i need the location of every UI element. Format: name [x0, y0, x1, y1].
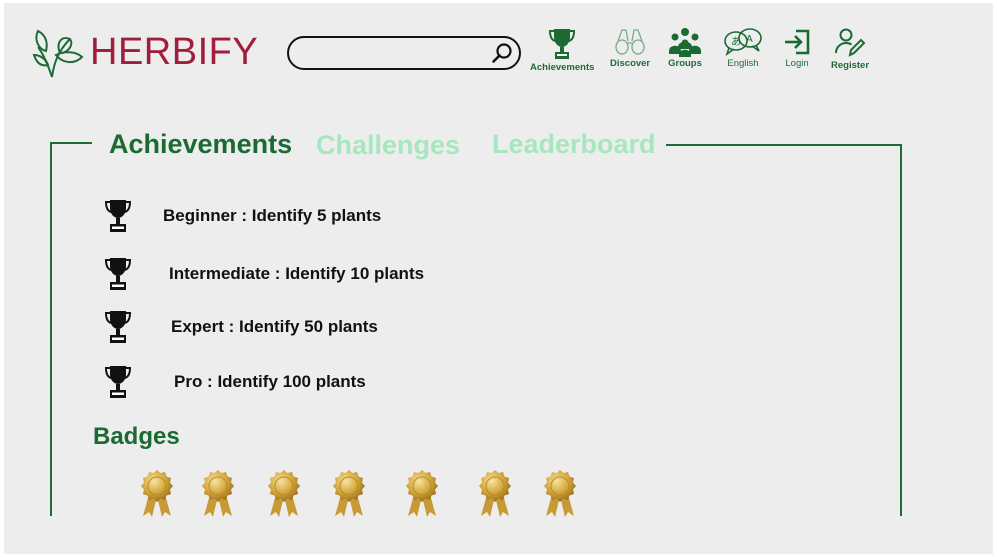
- list-item: Pro : Identify 100 plants: [104, 364, 366, 400]
- nav-register[interactable]: Register: [831, 27, 869, 71]
- tab-achievements[interactable]: Achievements: [109, 129, 292, 160]
- register-icon: [835, 28, 866, 57]
- nav-language[interactable]: あ A English: [723, 27, 763, 69]
- nav-login[interactable]: Login: [782, 27, 812, 69]
- trophy-icon: [549, 29, 576, 59]
- trophy-icon: [104, 258, 132, 290]
- groups-icon: [669, 28, 701, 57]
- nav-label: Achievements: [530, 62, 595, 73]
- nav-label: English: [727, 58, 759, 69]
- leaf-logo-icon: [32, 29, 84, 78]
- tab-leaderboard[interactable]: Leaderboard: [492, 129, 656, 160]
- achievement-text: Pro : Identify 100 plants: [174, 372, 366, 391]
- login-icon: [785, 29, 810, 55]
- achievement-text: Beginner : Identify 5 plants: [163, 206, 382, 225]
- badges-heading: Badges: [93, 423, 180, 450]
- panel-border-right: [900, 144, 902, 516]
- gold-medal-icon: [541, 468, 579, 523]
- panel-border-top: [666, 144, 901, 146]
- language-icon: あ A: [724, 28, 762, 57]
- trophy-icon: [104, 311, 132, 343]
- list-item: Beginner : Identify 5 plants: [104, 198, 381, 234]
- search-input[interactable]: [303, 43, 487, 65]
- achievement-text: Expert : Identify 50 plants: [171, 317, 378, 336]
- nav-achievements[interactable]: Achievements: [530, 27, 594, 73]
- list-item: Expert : Identify 50 plants: [104, 309, 378, 345]
- trophy-icon: [104, 366, 132, 398]
- svg-text:あ: あ: [731, 36, 741, 48]
- gold-medal-icon: [138, 468, 176, 523]
- gold-medal-icon: [330, 468, 368, 523]
- gold-medal-icon: [199, 468, 237, 523]
- logo-text: HERBIFY: [90, 30, 259, 73]
- herbify-logo[interactable]: HERBIFY: [30, 25, 258, 79]
- gold-medal-icon: [476, 468, 514, 523]
- trophy-icon: [104, 200, 132, 232]
- tab-challenges[interactable]: Challenges: [316, 130, 460, 161]
- search-bar[interactable]: [287, 36, 521, 70]
- nav-label: Login: [785, 58, 809, 69]
- list-item: Intermediate : Identify 10 plants: [104, 256, 424, 292]
- nav-label: Groups: [668, 58, 702, 69]
- gold-medal-icon: [265, 468, 303, 523]
- search-icon[interactable]: [491, 42, 513, 64]
- gold-medal-icon: [403, 468, 441, 523]
- achievement-text: Intermediate : Identify 10 plants: [169, 264, 425, 283]
- binoculars-icon: [615, 29, 645, 55]
- svg-text:A: A: [746, 34, 753, 45]
- nav-label: Register: [831, 60, 870, 71]
- nav-groups[interactable]: Groups: [668, 27, 702, 69]
- nav-discover[interactable]: Discover: [610, 27, 650, 69]
- app-window: HERBIFY Achievements Discover Groups あ A…: [4, 3, 993, 554]
- nav-label: Discover: [610, 58, 651, 69]
- panel-border-left: [50, 142, 52, 516]
- panel-border-top: [50, 142, 92, 144]
